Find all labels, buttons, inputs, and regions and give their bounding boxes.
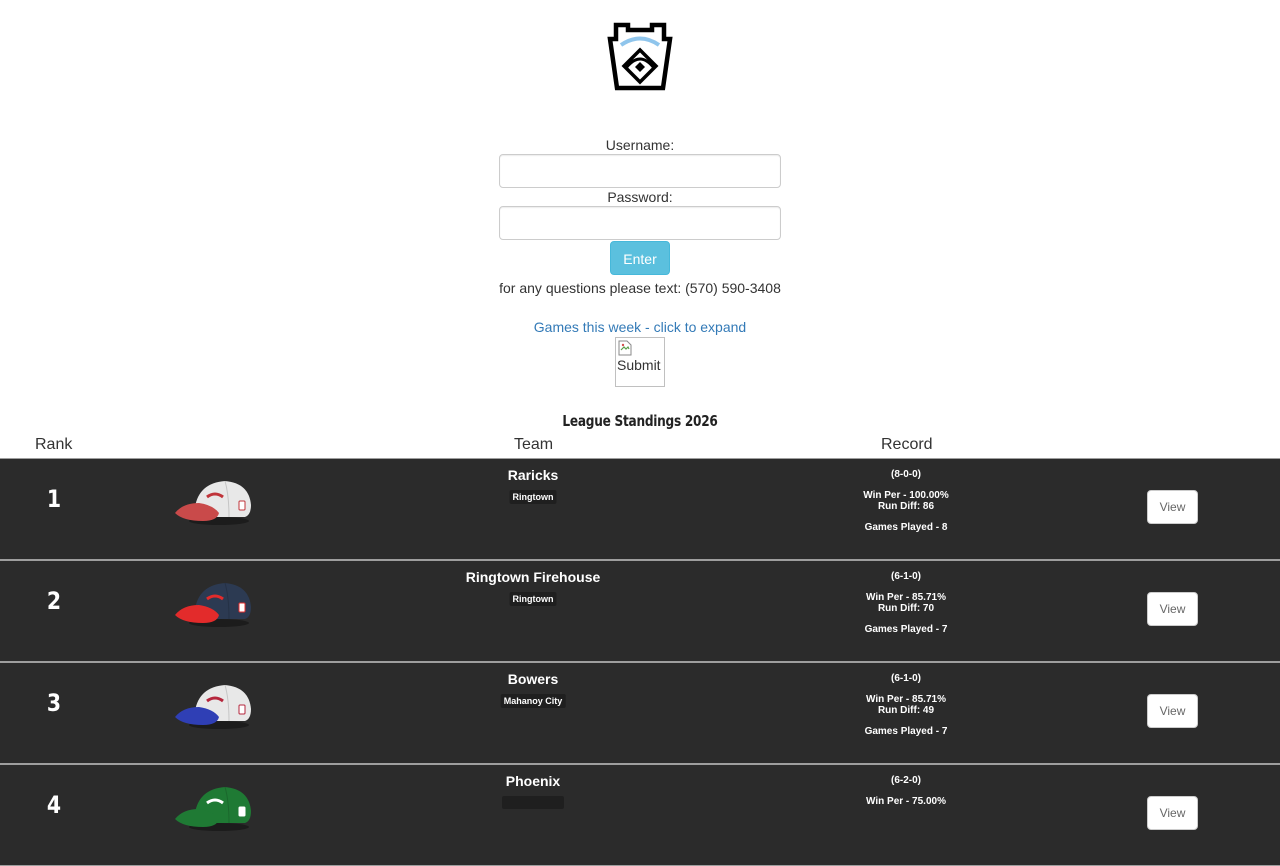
contact-text: for any questions please text: (570) 590… [499,280,781,296]
team-name: Ringtown Firehouse [465,569,601,585]
submit-image-button[interactable]: Submit [615,337,665,387]
view-team-button[interactable]: View [1147,796,1198,830]
team-win-percentage: Win Per - 75.00% [866,796,946,807]
rank-column-header: Rank [35,436,73,453]
login-form: Username: Password: Enter for any questi… [0,136,1280,298]
password-input[interactable] [499,206,781,240]
view-team-button[interactable]: View [1147,694,1198,728]
team-record: (8-0-0) [890,469,921,480]
team-games-played: Games Played - 7 [864,726,948,737]
team-games-played: Games Played - 8 [864,522,948,533]
view-team-button[interactable]: View [1147,592,1198,626]
team-run-diff: Run Diff: 70 [877,603,935,614]
team-cap-image [173,579,253,629]
team-win-percentage: Win Per - 85.71% [866,592,946,603]
standings-row: 1 Raricks Ringtown (8-0-0) Win Per - 100… [0,458,1280,560]
username-input[interactable] [499,154,781,188]
password-label: Password: [607,189,673,205]
standings-row: 2 Ringtown Firehouse Ringtown (6-1-0) Wi… [0,560,1280,662]
team-record: (6-1-0) [890,571,921,582]
team-cap-image [173,783,253,833]
team-cap-image [173,477,253,527]
team-record: (6-2-0) [890,775,921,786]
team-cap-image [173,681,253,731]
team-town-badge: Mahanoy City [500,694,566,708]
league-logo [606,20,674,94]
team-rank: 2 [46,587,62,615]
team-win-percentage: Win Per - 100.00% [863,490,949,501]
team-record: (6-1-0) [890,673,921,684]
team-column-header: Team [514,436,554,453]
team-rank: 4 [46,791,62,819]
games-this-week-link[interactable]: Games this week - click to expand [0,318,1280,336]
team-games-played: Games Played - 7 [864,624,948,635]
team-town-badge: Ringtown [509,490,557,504]
team-name: Bowers [507,671,559,687]
team-rank: 3 [46,689,62,717]
record-column-header: Record [881,436,933,453]
team-name: Raricks [507,467,559,483]
team-run-diff: Run Diff: 49 [877,705,935,716]
standings-row: 4 Phoenix (6-2-0) Win Per - 75.00% View [0,764,1280,866]
standings-title: League Standings 2026 [562,412,718,430]
standings-table: 1 Raricks Ringtown (8-0-0) Win Per - 100… [0,458,1280,866]
broken-image-icon [618,340,632,356]
team-rank: 1 [46,485,62,513]
submit-image-alt: Submit [617,357,661,373]
team-town-badge: Ringtown [509,592,557,606]
view-team-button[interactable]: View [1147,490,1198,524]
enter-button[interactable]: Enter [610,241,670,275]
team-win-percentage: Win Per - 85.71% [866,694,946,705]
team-town-badge [502,796,564,809]
team-name: Phoenix [505,773,561,789]
team-run-diff: Run Diff: 86 [877,501,935,512]
standings-row: 3 Bowers Mahanoy City (6-1-0) Win Per - … [0,662,1280,764]
username-label: Username: [605,137,675,153]
